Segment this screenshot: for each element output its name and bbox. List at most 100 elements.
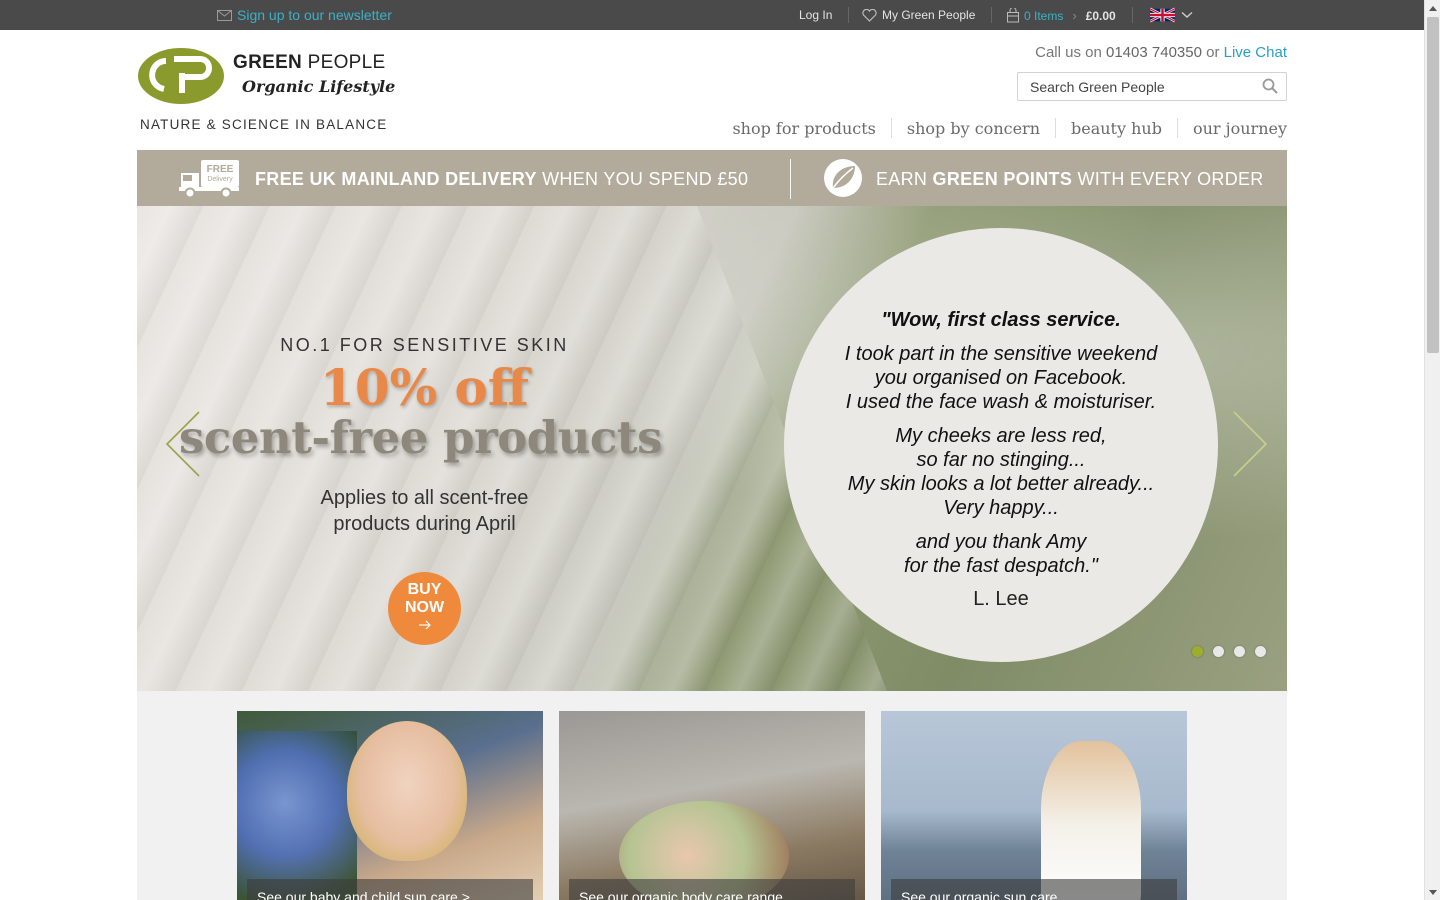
tile-caption: See our organic sun care <box>891 879 1177 900</box>
delivery-truck-icon: FREE Delivery <box>179 160 239 199</box>
search-input[interactable] <box>1018 73 1248 100</box>
topbar-divider <box>991 7 992 23</box>
free-delivery-message: FREE UK MAINLAND DELIVERY WHEN YOU SPEND… <box>255 169 748 190</box>
basket-icon <box>1007 8 1019 23</box>
carousel-dot-4[interactable] <box>1255 646 1266 657</box>
carousel-dots <box>1192 646 1276 657</box>
scroll-down-arrow-icon[interactable] <box>1425 884 1440 900</box>
points-rest: WITH EVERY ORDER <box>1072 169 1264 189</box>
newsletter-label: Sign up to our newsletter <box>237 7 392 23</box>
tile-image-child <box>347 721 467 861</box>
buy-now-button[interactable]: BUY NOW <box>388 572 461 645</box>
quote-line: I used the face wash & moisturiser. <box>845 391 1157 413</box>
quote-line: you organised on Facebook. <box>874 367 1128 389</box>
quote-paragraph: and you thank Amy for the fast despatch.… <box>784 530 1218 578</box>
login-link[interactable]: Log In <box>799 8 832 22</box>
call-or: or <box>1201 44 1224 61</box>
carousel-prev-arrow-icon[interactable] <box>165 411 201 477</box>
hero-desc-line-1: Applies to all scent-free <box>320 487 529 509</box>
envelope-icon <box>217 9 232 21</box>
quote-line: I took part in the sensitive weekend <box>844 343 1158 365</box>
page: Sign up to our newsletter Log In My Gree… <box>0 0 1440 900</box>
tile-organic-sun-care[interactable]: See our organic sun care <box>881 711 1187 900</box>
points-bold: GREEN POINTS <box>932 169 1073 189</box>
topbar-divider <box>848 7 849 23</box>
quote-line: so far no stinging... <box>916 449 1086 471</box>
truck-badge-2: Delivery <box>207 176 233 183</box>
nav-shop-by-concern[interactable]: shop by concern <box>892 119 1055 138</box>
tile-caption: See our organic body care range <box>569 879 855 900</box>
hero-kicker: NO.1 FOR SENSITIVE SKIN <box>280 335 569 355</box>
quote-line: and you thank Amy <box>915 531 1087 553</box>
search-icon[interactable] <box>1262 78 1278 94</box>
carousel-dot-2[interactable] <box>1213 646 1224 657</box>
tile-organic-body-care[interactable]: See our organic body care range <box>559 711 865 900</box>
green-people-logo-icon <box>138 48 224 104</box>
brand-subtitle: Organic Lifestyle <box>242 77 396 96</box>
live-chat-link[interactable]: Live Chat <box>1224 44 1287 61</box>
uk-flag-icon <box>1150 7 1175 23</box>
phone-number[interactable]: 01403 740350 <box>1106 44 1202 61</box>
quote-line: My cheeks are less red, <box>895 425 1107 447</box>
main-nav: shop for products shop by concern beauty… <box>717 118 1287 138</box>
buy-label-1: BUY <box>407 581 442 598</box>
logo[interactable]: GREEN PEOPLE Organic Lifestyle NATURE & … <box>138 47 398 137</box>
nav-shop-for-products[interactable]: shop for products <box>717 119 890 138</box>
green-points-message: EARN GREEN POINTS WITH EVERY ORDER <box>876 169 1264 190</box>
brand-green: GREEN <box>233 52 303 73</box>
my-green-people-link[interactable]: My Green People <box>862 8 975 22</box>
quote-line: "Wow, first class service. <box>881 309 1121 331</box>
testimonial-author: L. Lee <box>973 588 1029 610</box>
scrollbar-thumb[interactable] <box>1427 17 1439 353</box>
my-green-people-label: My Green People <box>882 8 976 22</box>
login-label: Log In <box>799 8 833 22</box>
carousel-next-arrow-icon[interactable] <box>1232 411 1268 477</box>
newsletter-link[interactable]: Sign up to our newsletter <box>217 7 392 23</box>
quote-line: Very happy... <box>943 497 1059 519</box>
hero-offer: 10% off <box>320 358 529 417</box>
basket-link[interactable]: 0 Items › £0.00 <box>1006 8 1116 23</box>
contact-line: Call us on 01403 740350 or Live Chat <box>1035 44 1287 61</box>
leaf-icon <box>824 159 862 197</box>
tile-baby-child-sun-care[interactable]: See our baby and child sun care > <box>237 711 543 900</box>
hero-banner[interactable]: NO.1 FOR SENSITIVE SKIN 10% off scent-fr… <box>137 206 1287 691</box>
carousel-dot-3[interactable] <box>1234 646 1245 657</box>
tile-image-flowers <box>237 731 357 900</box>
delivery-bold: FREE UK MAINLAND DELIVERY <box>255 169 537 189</box>
tile-caption: See our baby and child sun care > <box>247 879 533 900</box>
country-selector[interactable] <box>1150 7 1193 23</box>
brand-name: GREEN PEOPLE <box>233 52 386 74</box>
brand-people: PEOPLE <box>302 52 386 73</box>
quote-line: for the fast despatch." <box>904 555 1098 577</box>
quote-line: My skin looks a lot better already... <box>847 473 1155 495</box>
topbar-divider <box>1132 7 1133 23</box>
nav-beauty-hub[interactable]: beauty hub <box>1056 119 1177 138</box>
chevron-down-icon <box>1181 11 1193 18</box>
truck-badge-1: FREE <box>207 164 234 175</box>
search-box <box>1017 72 1287 101</box>
testimonial-bubble: "Wow, first class service. I took part i… <box>784 228 1218 662</box>
hero-description: Applies to all scent-free products durin… <box>247 485 602 537</box>
carousel-dot-1[interactable] <box>1192 646 1203 657</box>
feature-tiles: See our baby and child sun care > See ou… <box>137 691 1287 900</box>
promo-divider <box>790 159 791 199</box>
quote-paragraph: I took part in the sensitive weekend you… <box>784 342 1218 414</box>
top-bar: Sign up to our newsletter Log In My Gree… <box>0 0 1424 30</box>
tile-image-woman <box>1041 741 1141 900</box>
delivery-rest: WHEN YOU SPEND £50 <box>536 169 749 189</box>
promo-strip: FREE Delivery FREE UK MAINLAND DELIVERY … <box>137 150 1287 206</box>
hero-title: scent-free products <box>179 411 662 464</box>
basket-total: £0.00 <box>1085 8 1116 23</box>
basket-items: 0 Items <box>1024 8 1064 23</box>
points-pre: EARN <box>876 169 933 189</box>
heart-icon <box>862 8 877 22</box>
brand-tagline: NATURE & SCIENCE IN BALANCE <box>140 117 388 132</box>
chevron-right-icon: › <box>1072 8 1077 23</box>
quote-paragraph: My cheeks are less red, so far no stingi… <box>784 424 1218 520</box>
nav-our-journey[interactable]: our journey <box>1178 119 1287 138</box>
call-prefix: Call us on <box>1035 44 1106 61</box>
scrollbar[interactable] <box>1424 0 1440 900</box>
buy-label-2: NOW <box>404 599 445 616</box>
scroll-up-arrow-icon[interactable] <box>1425 0 1440 16</box>
hero-desc-line-2: products during April <box>333 513 516 535</box>
